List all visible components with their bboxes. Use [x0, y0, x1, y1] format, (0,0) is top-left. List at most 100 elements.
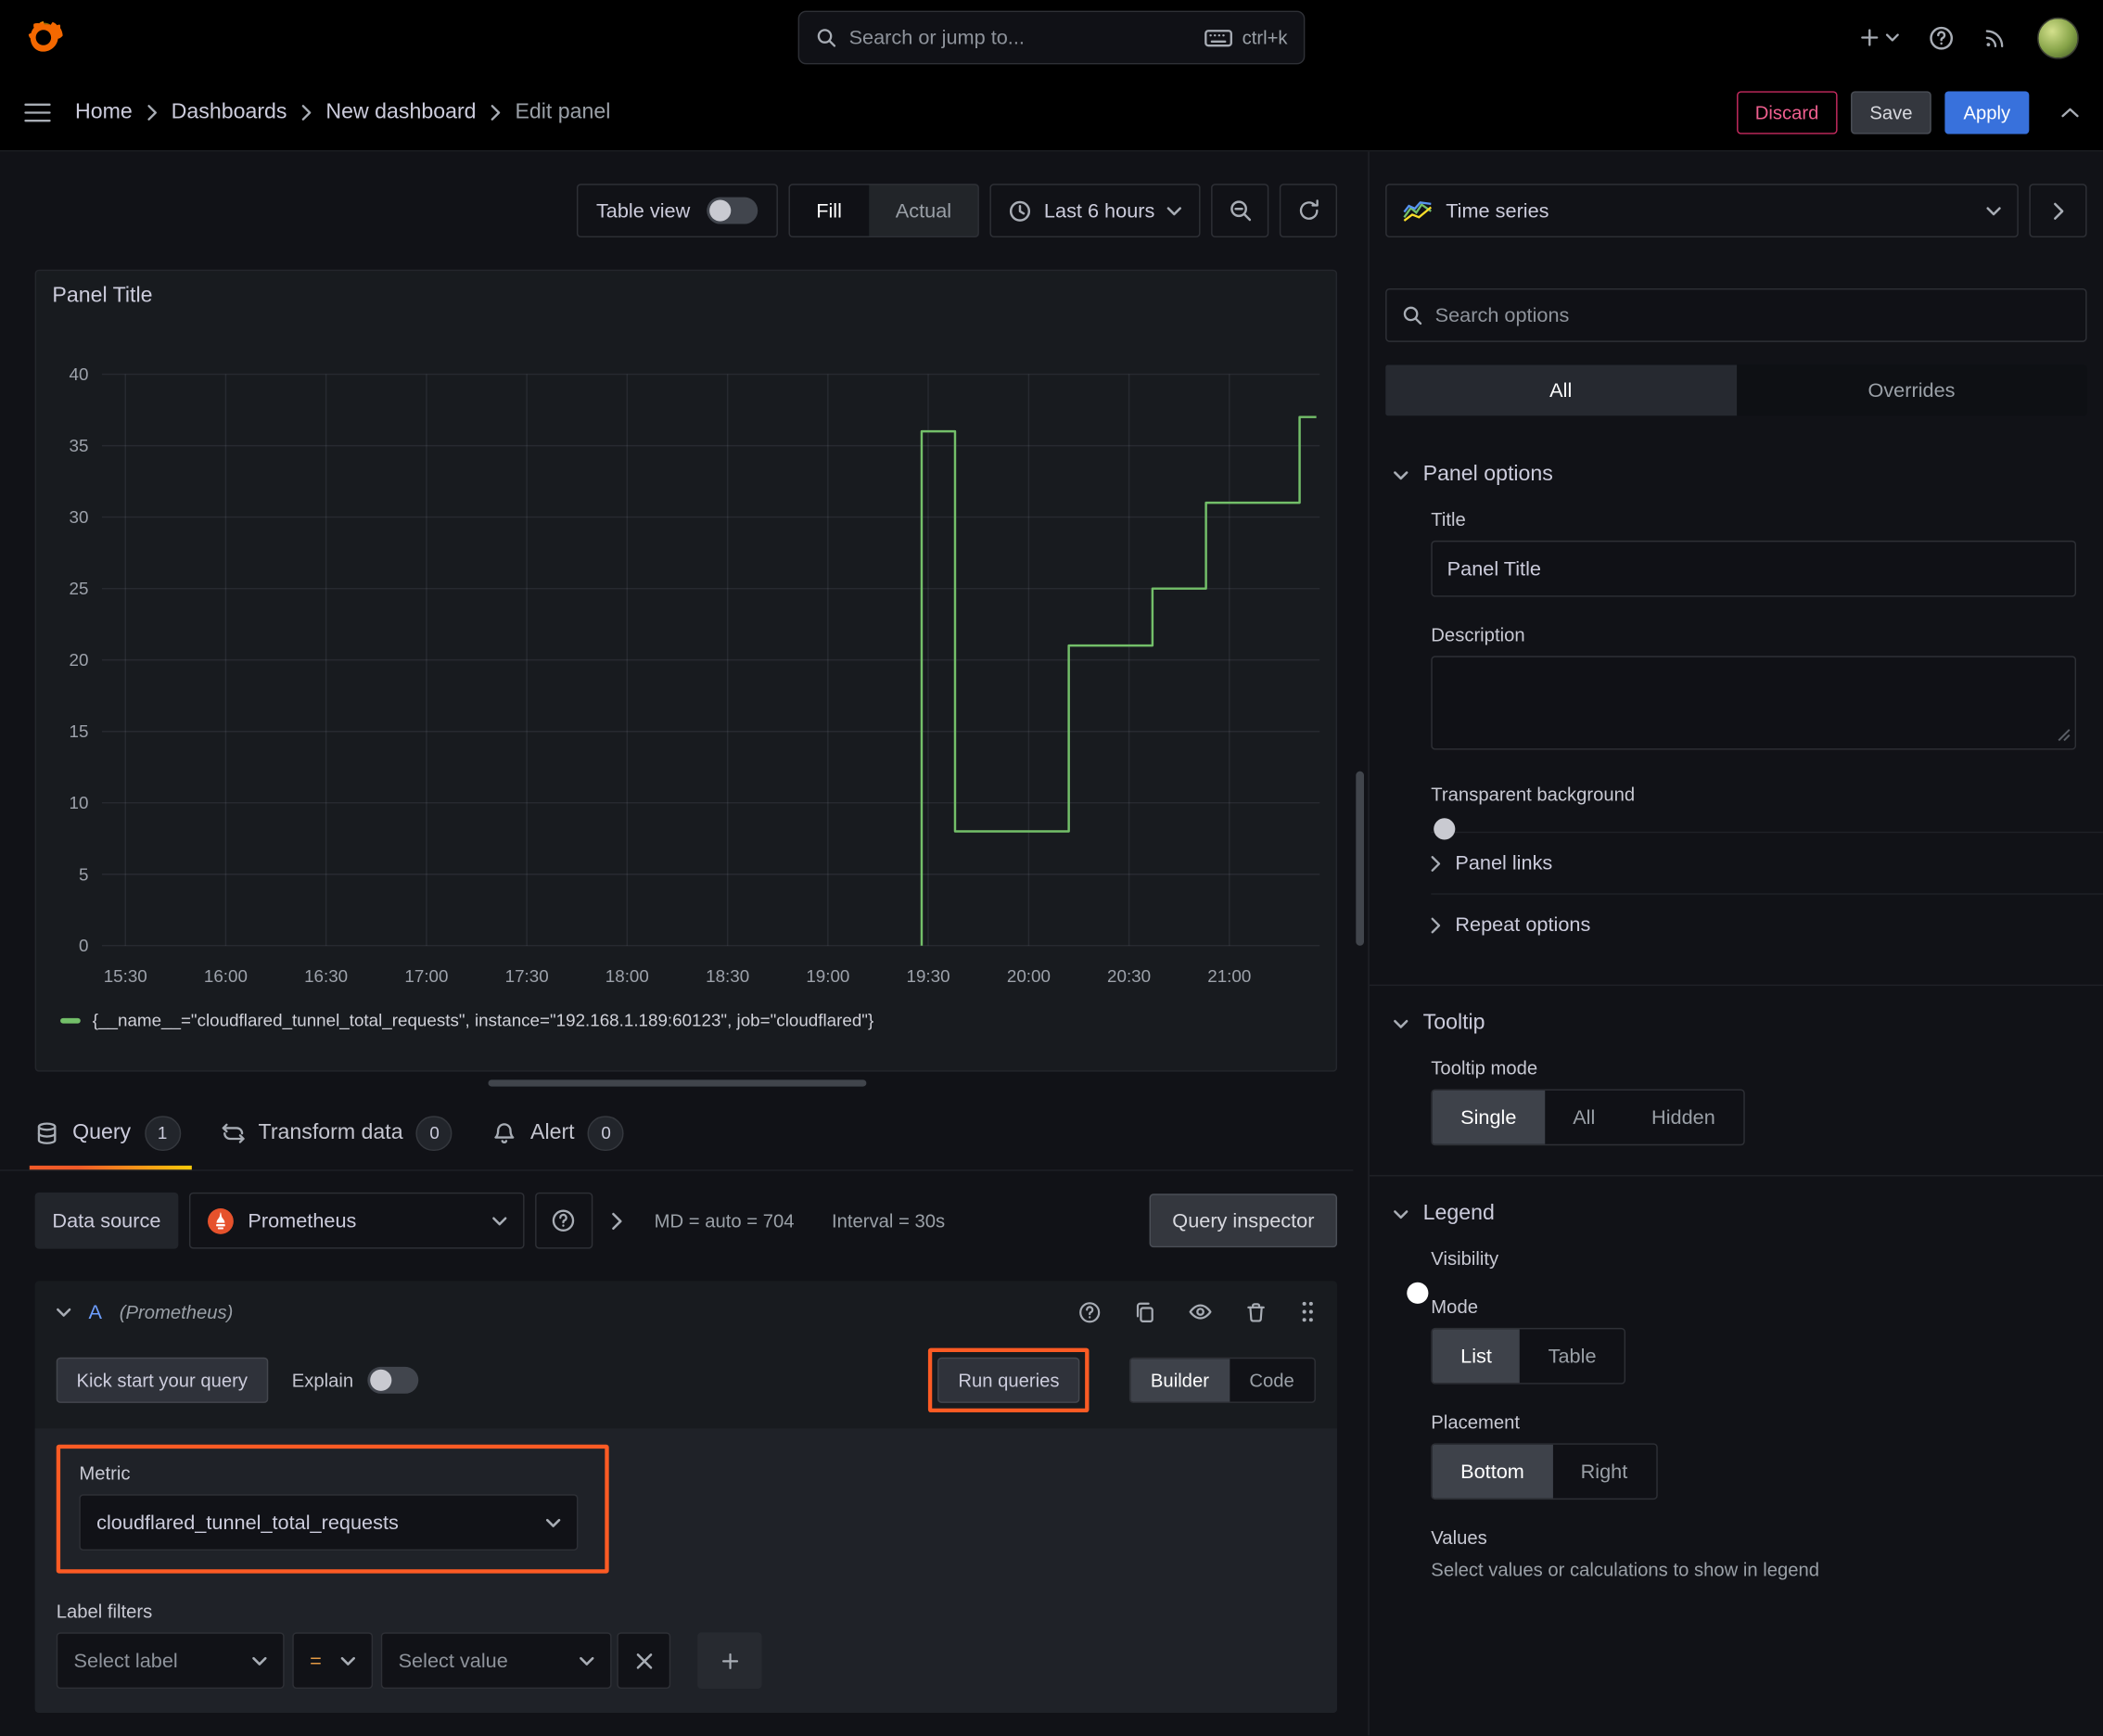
legend-series-label[interactable]: {__name__="cloudflared_tunnel_total_requ… — [93, 1010, 873, 1030]
legend-section: Legend Visibility Mode List Table Placem… — [1369, 1175, 2103, 1580]
query-row-header[interactable]: A (Prometheus) — [35, 1281, 1337, 1343]
resize-grip-icon[interactable] — [2058, 724, 2071, 748]
tooltip-mode-single[interactable]: Single — [1432, 1090, 1545, 1144]
collapse-controls-icon[interactable] — [2061, 108, 2079, 119]
filter-tab-all[interactable]: All — [1385, 364, 1737, 416]
news-icon[interactable] — [1983, 25, 2007, 49]
svg-text:0: 0 — [79, 936, 88, 955]
options-pane: Time series All Overrides — [1368, 151, 2103, 1736]
datasource-picker[interactable]: Prometheus — [188, 1192, 525, 1249]
svg-text:20:00: 20:00 — [1007, 966, 1051, 986]
grafana-logo-icon[interactable] — [24, 16, 67, 58]
display-mode-actual[interactable]: Actual — [869, 185, 978, 236]
chevron-down-icon — [580, 1656, 594, 1666]
collapse-query-icon[interactable] — [57, 1308, 71, 1317]
title-field: Title — [1370, 508, 2103, 597]
editor-mode-code[interactable]: Code — [1230, 1359, 1315, 1401]
viz-type-select[interactable]: Time series — [1385, 184, 2019, 238]
apply-button[interactable]: Apply — [1944, 91, 2030, 134]
remove-filter-button[interactable] — [617, 1632, 671, 1690]
horizontal-scrollbar-thumb[interactable] — [488, 1079, 867, 1087]
save-button[interactable]: Save — [1851, 91, 1931, 134]
run-queries-button[interactable]: Run queries — [937, 1357, 1080, 1403]
refresh-button[interactable] — [1279, 184, 1338, 238]
breadcrumb-current: Edit panel — [515, 100, 611, 124]
new-button[interactable] — [1859, 27, 1899, 48]
breadcrumb-home[interactable]: Home — [75, 100, 133, 124]
explain-toggle[interactable] — [366, 1366, 418, 1394]
breadcrumb-dashboards[interactable]: Dashboards — [172, 100, 287, 124]
tab-query-count: 1 — [144, 1115, 181, 1151]
description-textarea[interactable] — [1431, 656, 2077, 750]
tab-query[interactable]: Query 1 — [29, 1096, 191, 1170]
legend-placement-right[interactable]: Right — [1552, 1445, 1655, 1499]
options-search-input[interactable] — [1434, 303, 2071, 327]
tooltip-header[interactable]: Tooltip — [1370, 986, 2103, 1057]
timeseries-chart[interactable]: 15:30 16:00 16:30 17:00 17:30 18:00 18:30 19:00… — [36, 322, 1336, 999]
tooltip-mode-all[interactable]: All — [1545, 1091, 1624, 1144]
tab-alert[interactable]: Alert 0 — [493, 1096, 625, 1170]
breadcrumb-new-dashboard[interactable]: New dashboard — [325, 100, 476, 124]
time-range-picker[interactable]: Last 6 hours — [990, 184, 1201, 238]
query-ref-id: A — [88, 1300, 102, 1323]
operator-dropdown[interactable]: = — [292, 1632, 374, 1690]
breadcrumb: Home Dashboards New dashboard Edit panel — [75, 100, 610, 124]
metric-select[interactable]: cloudflared_tunnel_total_requests — [79, 1494, 579, 1551]
delete-query-icon[interactable] — [1244, 1300, 1268, 1323]
tab-alert-label: Alert — [530, 1120, 575, 1144]
display-mode-fill[interactable]: Fill — [789, 185, 869, 236]
table-view-toggle[interactable] — [706, 197, 758, 224]
drag-handle-icon[interactable] — [1300, 1300, 1316, 1324]
tooltip-mode-hidden[interactable]: Hidden — [1624, 1091, 1744, 1144]
add-filter-button[interactable] — [697, 1632, 762, 1690]
viz-type-label: Time series — [1446, 198, 1549, 223]
panel-options-header[interactable]: Panel options — [1370, 438, 2103, 509]
svg-text:21:00: 21:00 — [1207, 966, 1251, 986]
avatar[interactable] — [2037, 17, 2079, 58]
query-row-a: A (Prometheus) Kick start your query Exp… — [34, 1281, 1338, 1714]
legend-swatch — [60, 1017, 81, 1023]
panel-title-input[interactable] — [1431, 540, 2077, 597]
select-label-dropdown[interactable]: Select label — [56, 1632, 285, 1690]
datasource-help-button[interactable] — [534, 1192, 593, 1249]
datasource-name: Prometheus — [248, 1208, 357, 1232]
legend-header[interactable]: Legend — [1370, 1176, 2103, 1247]
chart-legend: {__name__="cloudflared_tunnel_total_requ… — [36, 1000, 1336, 1030]
tab-transform[interactable]: Transform data 0 — [221, 1096, 453, 1170]
search-input[interactable] — [848, 26, 1193, 49]
hide-query-icon[interactable] — [1189, 1300, 1213, 1324]
options-search[interactable] — [1385, 287, 2087, 342]
transparent-field: Transparent background — [1370, 784, 2103, 840]
query-options-summary[interactable]: MD = auto = 704 Interval = 30s — [655, 1210, 945, 1232]
legend-mode-list[interactable]: List — [1432, 1329, 1521, 1384]
legend-mode-table[interactable]: Table — [1520, 1329, 1625, 1383]
expand-options-icon[interactable] — [611, 1212, 622, 1230]
top-search[interactable]: ctrl+k — [797, 10, 1306, 65]
vertical-scrollbar-thumb[interactable] — [1356, 771, 1364, 946]
collapse-pane-button[interactable] — [2029, 184, 2087, 238]
kick-start-button[interactable]: Kick start your query — [56, 1357, 268, 1403]
legend-placement-bottom[interactable]: Bottom — [1432, 1444, 1553, 1499]
operator-value: = — [310, 1649, 322, 1672]
help-button[interactable] — [1929, 25, 1954, 50]
editor-mode-builder[interactable]: Builder — [1130, 1359, 1230, 1402]
panel-title[interactable]: Panel Title — [36, 271, 1336, 322]
preview-toolbar: Table view Fill Actual Last 6 hours — [0, 151, 1353, 238]
query-inspector-button[interactable]: Query inspector — [1149, 1194, 1338, 1248]
panel-links-collapse[interactable]: Panel links — [1431, 831, 2103, 894]
chevron-down-icon — [252, 1656, 267, 1666]
select-value-dropdown[interactable]: Select value — [380, 1632, 612, 1690]
table-view-label: Table view — [595, 198, 691, 223]
zoom-out-button[interactable] — [1211, 184, 1269, 238]
legend-placement-group: Bottom Right — [1431, 1443, 1658, 1500]
shortcut-label: ctrl+k — [1242, 26, 1288, 49]
tab-transform-label: Transform data — [258, 1120, 403, 1144]
search-icon — [1401, 304, 1422, 326]
menu-toggle-icon[interactable] — [24, 102, 51, 123]
legend-visibility-field: Visibility — [1370, 1247, 2103, 1304]
duplicate-query-icon[interactable] — [1133, 1300, 1156, 1323]
discard-button[interactable]: Discard — [1736, 91, 1838, 134]
repeat-options-collapse[interactable]: Repeat options — [1431, 893, 2103, 955]
filter-tab-overrides[interactable]: Overrides — [1736, 364, 2086, 415]
query-help-icon[interactable] — [1078, 1300, 1102, 1323]
